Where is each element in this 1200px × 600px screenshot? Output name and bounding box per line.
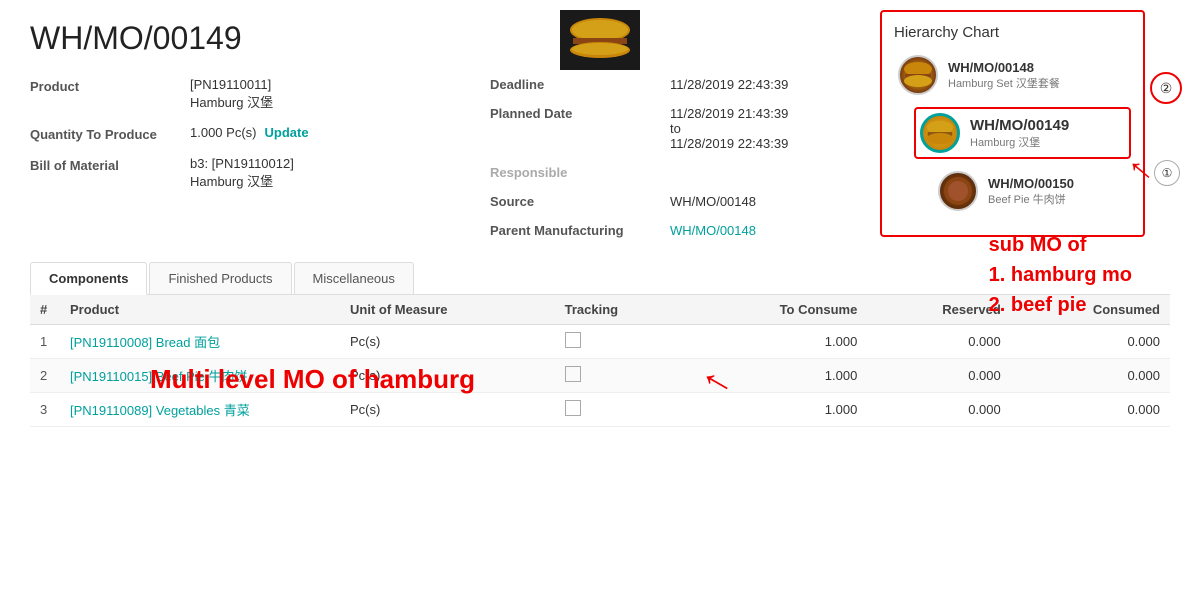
planned-to: to (670, 121, 788, 136)
cell-uom: Pc(s) (340, 325, 555, 359)
planned-row: Planned Date 11/28/2019 21:43:39 to 11/2… (490, 106, 890, 151)
hierarchy-mo-1: WH/MO/00149 (970, 117, 1069, 134)
product-value: [PN19110011] Hamburg 汉堡 (190, 77, 273, 111)
cell-product[interactable]: [PN19110008] Bread 面包 (60, 325, 340, 359)
hierarchy-avatar-1 (920, 113, 960, 153)
hierarchy-name-2: Beef Pie 牛肉饼 (988, 191, 1074, 207)
hierarchy-avatar-0 (898, 55, 938, 95)
cell-consumed: 0.000 (1011, 393, 1170, 427)
planned-date1: 11/28/2019 21:43:39 (670, 106, 788, 121)
hierarchy-mo-0: WH/MO/00148 (948, 60, 1060, 75)
hierarchy-box: Hierarchy Chart WH/MO/00148 Hamburg Set … (880, 10, 1145, 237)
col-to-consume: To Consume (689, 295, 868, 325)
annotation-sub-line1: sub MO of (989, 230, 1132, 260)
col-uom: Unit of Measure (340, 295, 555, 325)
hierarchy-avatar-2 (938, 171, 978, 211)
annotation-sub-line3: 2. beef pie (989, 290, 1132, 320)
bom-label: Bill of Material (30, 156, 190, 173)
cell-reserved: 0.000 (867, 325, 1010, 359)
responsible-label: Responsible (490, 165, 670, 180)
parent-row: Parent Manufacturing WH/MO/00148 (490, 223, 890, 238)
checkbox-icon[interactable] (565, 332, 581, 348)
burger-image (560, 10, 640, 70)
cell-consumed: 0.000 (1011, 359, 1170, 393)
bom-row: Bill of Material b3: [PN19110012] Hambur… (30, 156, 430, 190)
col-product: Product (60, 295, 340, 325)
product-row: Product [PN19110011] Hamburg 汉堡 (30, 77, 430, 111)
bom-link2[interactable]: Hamburg 汉堡 (190, 171, 294, 190)
cell-reserved: 0.000 (867, 359, 1010, 393)
deadline-row: Deadline 11/28/2019 22:43:39 (490, 77, 890, 92)
tab-components[interactable]: Components (30, 262, 147, 295)
left-form: Product [PN19110011] Hamburg 汉堡 Quantity… (30, 77, 430, 252)
checkbox-icon[interactable] (565, 366, 581, 382)
qty-label: Quantity To Produce (30, 125, 190, 142)
cell-reserved: 0.000 (867, 393, 1010, 427)
planned-date2: 11/28/2019 22:43:39 (670, 136, 788, 151)
update-button[interactable]: Update (264, 125, 308, 140)
cell-uom: Pc(s) (340, 393, 555, 427)
burger-svg (565, 15, 635, 65)
hierarchy-info-0: WH/MO/00148 Hamburg Set 汉堡套餐 (948, 60, 1060, 91)
tab-miscellaneous[interactable]: Miscellaneous (294, 262, 414, 294)
source-value: WH/MO/00148 (670, 194, 756, 209)
bom-value: b3: [PN19110012] Hamburg 汉堡 (190, 156, 294, 190)
responsible-row: Responsible (490, 165, 890, 180)
deadline-label: Deadline (490, 77, 670, 92)
table-row: 3 [PN19110089] Vegetables 青菜 Pc(s) 1.000… (30, 393, 1170, 427)
badge-2: ② (1150, 72, 1182, 104)
qty-text: 1.000 Pc(s) (190, 125, 256, 140)
hierarchy-name-0: Hamburg Set 汉堡套餐 (948, 75, 1060, 91)
hierarchy-info-2: WH/MO/00150 Beef Pie 牛肉饼 (988, 176, 1074, 207)
cell-tracking (555, 359, 689, 393)
cell-num: 1 (30, 325, 60, 359)
hierarchy-name-1: Hamburg 汉堡 (970, 134, 1069, 150)
hierarchy-item-1[interactable]: WH/MO/00149 Hamburg 汉堡 (914, 107, 1131, 159)
hierarchy-item-0[interactable]: WH/MO/00148 Hamburg Set 汉堡套餐 (894, 51, 1131, 99)
bom-link1[interactable]: b3: [PN19110012] (190, 156, 294, 171)
qty-value: 1.000 Pc(s) Update (190, 125, 309, 140)
product-link2[interactable]: Hamburg 汉堡 (190, 92, 273, 111)
cell-product[interactable]: [PN19110089] Vegetables 青菜 (60, 393, 340, 427)
hierarchy-info-1: WH/MO/00149 Hamburg 汉堡 (970, 117, 1069, 150)
table-row: 1 [PN19110008] Bread 面包 Pc(s) 1.000 0.00… (30, 325, 1170, 359)
source-label: Source (490, 194, 670, 209)
source-row: Source WH/MO/00148 (490, 194, 890, 209)
cell-tracking (555, 325, 689, 359)
hierarchy-mo-2: WH/MO/00150 (988, 176, 1074, 191)
cell-num: 3 (30, 393, 60, 427)
hierarchy-panel: Hierarchy Chart WH/MO/00148 Hamburg Set … (880, 10, 1145, 237)
col-tracking: Tracking (555, 295, 689, 325)
parent-label: Parent Manufacturing (490, 223, 670, 238)
cell-tracking (555, 393, 689, 427)
hierarchy-item-2[interactable]: WH/MO/00150 Beef Pie 牛肉饼 (934, 167, 1131, 215)
planned-label: Planned Date (490, 106, 670, 121)
cell-num: 2 (30, 359, 60, 393)
main-page: WH/MO/00149 Product [PN19110011] Hamburg… (0, 0, 1200, 600)
hierarchy-title: Hierarchy Chart (894, 24, 1131, 41)
col-num: # (30, 295, 60, 325)
annotation-sub-line2: 1. hamburg mo (989, 260, 1132, 290)
qty-row: Quantity To Produce 1.000 Pc(s) Update (30, 125, 430, 142)
planned-value: 11/28/2019 21:43:39 to 11/28/2019 22:43:… (670, 106, 788, 151)
annotation-main: Multi level MO of hamburg (150, 364, 475, 395)
cell-consumed: 0.000 (1011, 325, 1170, 359)
parent-value[interactable]: WH/MO/00148 (670, 223, 756, 238)
tab-finished-products[interactable]: Finished Products (149, 262, 291, 294)
product-link1[interactable]: [PN19110011] (190, 77, 273, 92)
checkbox-icon[interactable] (565, 400, 581, 416)
annotation-sub: sub MO of 1. hamburg mo 2. beef pie (989, 230, 1132, 320)
deadline-value: 11/28/2019 22:43:39 (670, 77, 788, 92)
product-label: Product (30, 77, 190, 94)
